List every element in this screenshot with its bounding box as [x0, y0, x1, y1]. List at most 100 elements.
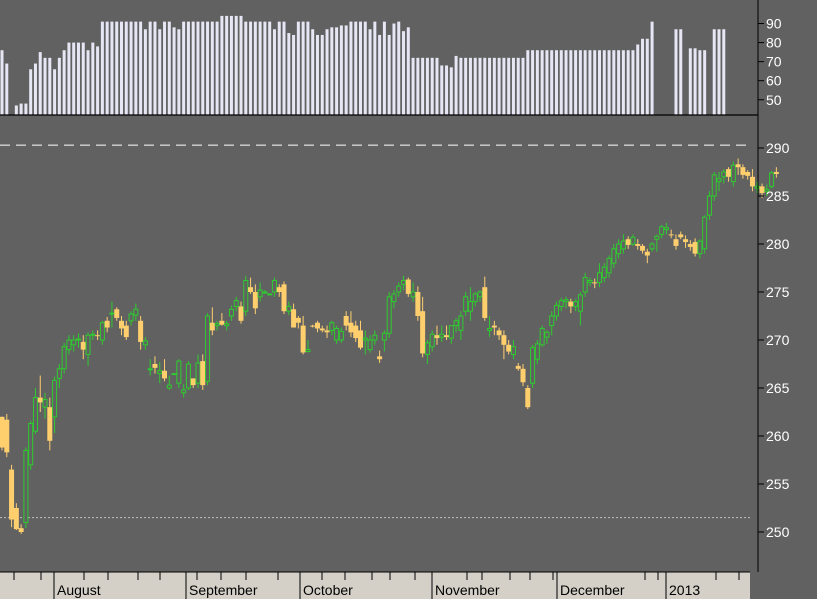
candle-body-down: [47, 407, 53, 441]
price-tick-label: 265: [766, 380, 790, 396]
indicator-bar: [311, 29, 315, 115]
indicator-bar: [339, 25, 343, 116]
indicator-bar: [196, 21, 200, 115]
candle-body-down: [238, 306, 244, 321]
candle-body-down: [200, 361, 206, 386]
candle-body-down: [80, 341, 86, 350]
candle-body-down: [625, 239, 631, 245]
candle: [702, 215, 708, 254]
indicator-bar: [272, 29, 276, 115]
candle-body-up: [42, 399, 48, 408]
candle-body-up: [510, 346, 516, 355]
candle-body-up: [267, 293, 273, 296]
indicator-bar: [124, 21, 128, 115]
candle-body-down: [740, 167, 746, 175]
indicator-bar: [602, 50, 606, 115]
indicator-bar: [349, 21, 353, 115]
price-tick-label: 260: [766, 428, 790, 444]
indicator-bar: [397, 21, 401, 115]
indicator-bar: [244, 21, 248, 115]
month-label: December: [560, 582, 625, 598]
indicator-bar: [91, 42, 95, 116]
candle-body-up: [582, 277, 588, 293]
candle-body-up: [487, 327, 493, 331]
candle-body-up: [659, 226, 665, 235]
candle-body-down: [104, 320, 110, 328]
indicator-bar: [406, 27, 410, 115]
candle-body-up: [439, 333, 445, 338]
indicator-bar: [368, 29, 372, 115]
indicator-bar: [315, 34, 319, 115]
indicator-bar: [14, 105, 18, 115]
indicator-bar: [449, 67, 453, 115]
candle-body-down: [506, 344, 512, 352]
indicator-bar: [540, 50, 544, 115]
indicator-bar: [0, 50, 4, 115]
candle-body-up: [185, 363, 191, 389]
candle-body-down: [152, 364, 158, 368]
indicator-bar: [440, 65, 444, 115]
indicator-bar: [425, 57, 429, 115]
candle-body-up: [573, 301, 579, 307]
candle-body-up: [754, 185, 760, 189]
indicator-bar: [167, 21, 171, 115]
candle-body-up: [362, 337, 368, 341]
indicator-bar: [564, 50, 568, 115]
indicator-bar: [378, 34, 382, 115]
candle-body-up: [558, 300, 564, 307]
candle-body-up: [597, 272, 602, 283]
candle-body-down: [353, 325, 359, 339]
candle-body-up: [606, 257, 612, 274]
candle-body-up: [157, 370, 163, 375]
candle-body-up: [472, 293, 478, 303]
indicator-bar: [129, 21, 133, 115]
indicator-bar: [134, 21, 138, 115]
indicator-bar: [488, 57, 492, 115]
indicator-bar: [574, 50, 578, 115]
candle-body-down: [759, 186, 765, 194]
indicator-bar: [320, 34, 324, 115]
candle-body-up: [587, 279, 593, 283]
candle-body-down: [209, 322, 215, 331]
indicator-bar: [163, 21, 167, 115]
indicator-bar: [206, 21, 210, 115]
candle-body-down: [644, 251, 650, 256]
candle-body-up: [429, 333, 435, 348]
candle-body-up: [697, 240, 703, 255]
candle: [61, 342, 67, 374]
indicator-bar: [531, 50, 535, 115]
indicator-bar: [158, 29, 162, 115]
candle-body-up: [171, 373, 177, 376]
candle-body-up: [367, 339, 373, 351]
candle-body-down: [640, 245, 646, 251]
indicator-bar: [435, 57, 439, 115]
candle-body-down: [4, 419, 10, 453]
indicator-bar: [19, 103, 23, 115]
price-chart: 250 255 260 265 270 275 280 285 290 August Septem…: [0, 0, 817, 599]
candle-body-down: [420, 311, 426, 354]
candle-body-up: [553, 304, 559, 317]
indicator-bar: [191, 21, 195, 115]
indicator-bar: [712, 29, 716, 115]
candle-body-down: [405, 279, 411, 294]
indicator-bar: [473, 57, 477, 115]
time-axis: August September October November December 20…: [0, 571, 750, 599]
candle-body-down: [310, 325, 316, 327]
indicator-bar: [76, 42, 80, 116]
candle-body-down: [119, 320, 124, 329]
candle-body-up: [539, 327, 545, 346]
indicator-bar: [526, 50, 530, 115]
candle-body-up: [769, 172, 775, 187]
indicator-bar: [679, 29, 683, 115]
candle-body-up: [205, 315, 211, 382]
indicator-bar: [220, 15, 224, 115]
candle: [539, 325, 545, 347]
indicator-bar: [325, 29, 329, 115]
indicator-bar: [588, 50, 592, 115]
indicator-bar: [511, 57, 515, 115]
candle-body-up: [463, 296, 469, 312]
candle-body-up: [23, 449, 29, 523]
candle-body-down: [482, 287, 488, 318]
price-tick-label: 280: [766, 236, 790, 252]
candle-body-down: [501, 335, 507, 345]
